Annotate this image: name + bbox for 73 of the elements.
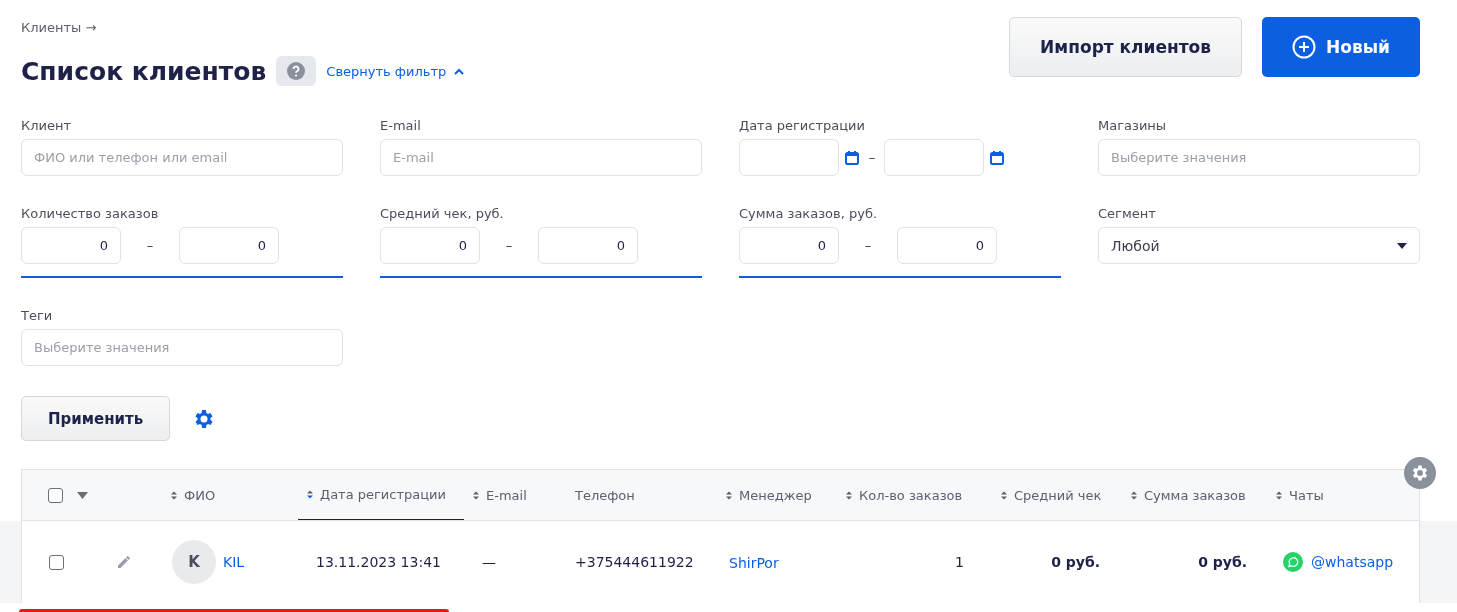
table-cell-text: 0 руб.	[1197, 554, 1248, 570]
collapse-filter-link[interactable]: Свернуть фильтр	[326, 63, 465, 79]
table-cell-text: 13.11.2023 13:41	[315, 554, 442, 570]
filter-label: Сегмент	[1098, 206, 1157, 222]
help-button[interactable]	[276, 56, 317, 86]
sort-icon[interactable]	[472, 489, 480, 501]
column-header[interactable]: Сумма заказов	[1122, 470, 1267, 520]
filter-label: E-mail	[380, 118, 422, 134]
gear-icon	[1410, 463, 1430, 483]
table-cell-text: —	[481, 554, 497, 570]
column-header[interactable]: E-mail	[464, 470, 557, 520]
column-header[interactable]: Дата регистрации	[298, 470, 464, 520]
filter-input[interactable]: ФИО или телефон или email	[21, 139, 343, 176]
pencil-icon[interactable]	[116, 554, 132, 570]
range-from-input[interactable]: 0	[380, 227, 480, 264]
manager-link[interactable]: ShirPor	[729, 554, 779, 571]
question-icon	[287, 62, 306, 80]
column-header[interactable]: ФИО	[162, 470, 298, 520]
sort-icon[interactable]	[725, 489, 733, 501]
page-title: Список клиентов	[21, 56, 267, 86]
segment-select[interactable]: Любой	[1098, 227, 1420, 264]
filter-label: Количество заказов	[21, 206, 160, 222]
column-header[interactable]: Кол-во заказов	[837, 470, 992, 520]
chat-icon	[1283, 552, 1303, 572]
column-header[interactable]: Телефон	[557, 470, 717, 520]
calendar-icon[interactable]	[844, 149, 860, 166]
sort-icon[interactable]	[1000, 489, 1008, 501]
sort-icon[interactable]	[845, 489, 853, 501]
table-cell-text: 1	[954, 554, 965, 570]
range-to-input[interactable]: 0	[179, 227, 279, 264]
filter-input[interactable]: E-mail	[380, 139, 702, 176]
range-to-input[interactable]: 0	[897, 227, 997, 264]
select-all-checkbox[interactable]	[48, 487, 63, 503]
table-cell-text: +375444611922	[574, 554, 695, 570]
column-header[interactable]: Чаты	[1267, 470, 1421, 520]
sort-icon[interactable]	[306, 489, 314, 500]
sort-icon[interactable]	[1275, 489, 1283, 501]
filter-label: Сумма заказов, руб.	[739, 206, 879, 222]
client-name-link[interactable]: KIL	[223, 554, 245, 570]
row-checkbox[interactable]	[49, 554, 64, 570]
import-button[interactable]: Импорт клиентов	[1009, 17, 1243, 77]
filter-label: Дата регистрации	[739, 118, 866, 134]
filter-label: Магазины	[1098, 118, 1168, 134]
sort-icon[interactable]	[1130, 489, 1138, 501]
calendar-icon[interactable]	[989, 149, 1005, 166]
sort-icon[interactable]	[170, 489, 178, 501]
date-input[interactable]	[739, 139, 839, 176]
caret-icon[interactable]	[77, 491, 88, 499]
filter-label: Теги	[21, 308, 54, 324]
table-cell-text: 0 руб.	[1050, 554, 1101, 570]
column-header[interactable]: Менеджер	[717, 470, 837, 520]
range-separator: –	[145, 238, 155, 253]
filter-input[interactable]: Выберите значения	[1098, 139, 1420, 176]
range-separator: –	[867, 150, 877, 165]
dropdown-caret-icon	[1397, 242, 1407, 249]
plus-circle-icon	[1292, 35, 1317, 59]
range-from-input[interactable]: 0	[739, 227, 839, 264]
column-header[interactable]: Средний чек	[992, 470, 1122, 520]
new-button[interactable]: Новый	[1262, 17, 1420, 77]
breadcrumb-link[interactable]: Клиенты →	[21, 20, 97, 35]
filter-input[interactable]: Выберите значения	[21, 329, 343, 366]
filter-label: Клиент	[21, 118, 73, 134]
range-from-input[interactable]: 0	[21, 227, 121, 264]
table-settings-button[interactable]	[1404, 457, 1436, 489]
chevron-up-icon	[454, 67, 465, 75]
avatar: K	[172, 540, 216, 584]
chat-link[interactable]: @whatsapp	[1311, 554, 1394, 570]
range-separator: –	[863, 238, 873, 253]
date-input[interactable]	[884, 139, 984, 176]
range-separator: –	[504, 238, 514, 253]
filter-label: Средний чек, руб.	[380, 206, 505, 222]
apply-button[interactable]: Применить	[21, 396, 171, 441]
range-to-input[interactable]: 0	[538, 227, 638, 264]
